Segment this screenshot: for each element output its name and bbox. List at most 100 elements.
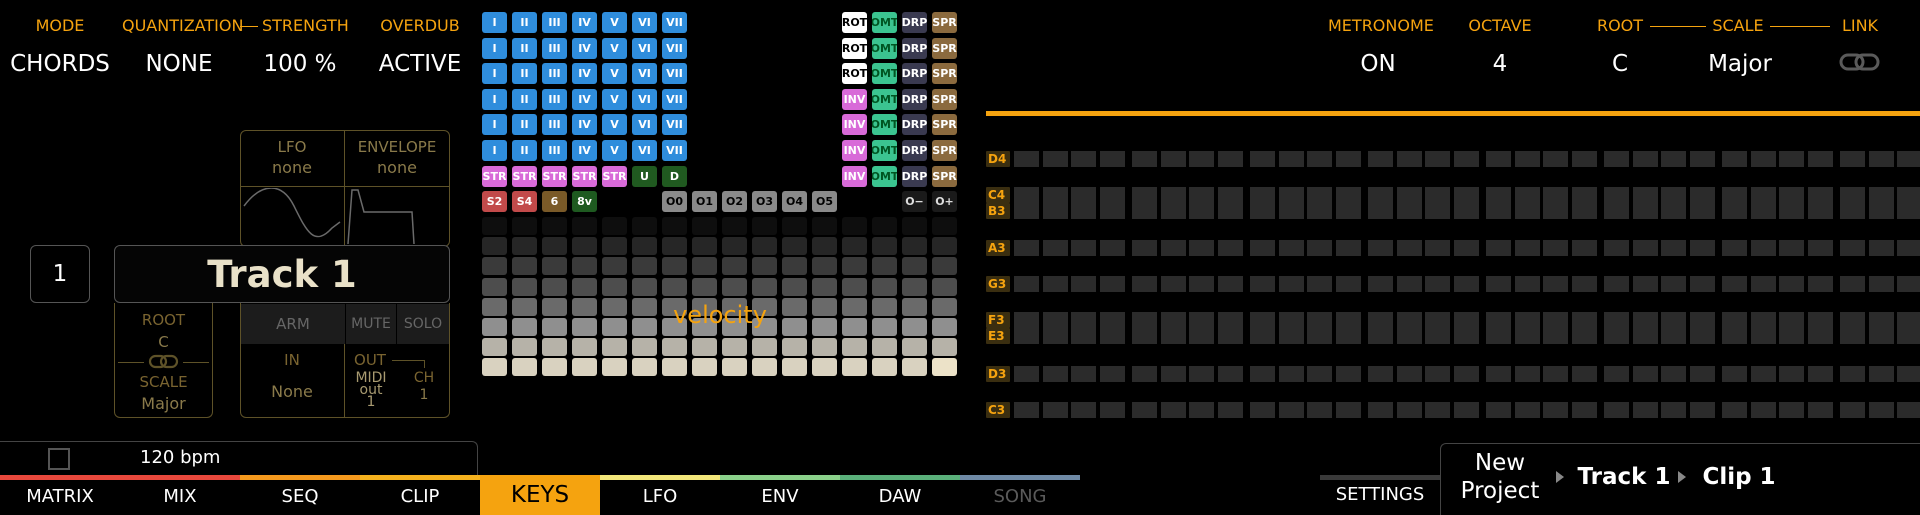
piano-roll-cell[interactable] — [1217, 187, 1243, 203]
piano-roll-cell[interactable] — [1689, 328, 1715, 344]
piano-roll-cell[interactable] — [1453, 240, 1479, 256]
piano-roll-cell[interactable] — [1453, 402, 1479, 418]
piano-roll-cell[interactable] — [1486, 203, 1511, 219]
piano-roll-cell[interactable] — [1189, 402, 1214, 418]
piano-roll-cell[interactable] — [1868, 187, 1894, 203]
piano-roll-cell[interactable] — [1604, 240, 1629, 256]
piano-roll-cell[interactable] — [1307, 151, 1332, 167]
piano-roll-cell[interactable] — [1661, 328, 1686, 344]
piano-roll-cell[interactable] — [1486, 276, 1511, 292]
piano-roll-cell[interactable] — [1368, 187, 1393, 203]
piano-roll-cell[interactable] — [1278, 187, 1304, 203]
piano-roll-cell[interactable] — [1689, 276, 1715, 292]
piano-roll-cell[interactable] — [1425, 312, 1450, 328]
piano-roll-cell[interactable] — [1132, 402, 1157, 418]
piano-roll-cell[interactable] — [1689, 240, 1715, 256]
piano-roll-cell[interactable] — [1689, 366, 1715, 382]
piano-roll-cell[interactable] — [1486, 366, 1511, 382]
piano-roll-cell[interactable] — [1750, 203, 1776, 219]
piano-roll-cell[interactable] — [1514, 402, 1540, 418]
piano-roll-cell[interactable] — [1160, 402, 1186, 418]
piano-roll-cell[interactable] — [1368, 276, 1393, 292]
piano-roll-cell[interactable] — [1632, 240, 1658, 256]
piano-roll-cell[interactable] — [1250, 187, 1275, 203]
piano-roll-cell[interactable] — [1453, 276, 1479, 292]
piano-roll-cell[interactable] — [1897, 328, 1920, 344]
piano-roll-cell[interactable] — [1779, 276, 1804, 292]
piano-roll-cell[interactable] — [1661, 402, 1686, 418]
piano-roll-cell[interactable] — [1604, 328, 1629, 344]
piano-roll-cell[interactable] — [1335, 328, 1361, 344]
piano-roll-cell[interactable] — [1807, 203, 1833, 219]
piano-roll-cell[interactable] — [1099, 187, 1125, 203]
piano-roll-cell[interactable] — [1779, 366, 1804, 382]
piano-roll-cell[interactable] — [1396, 276, 1422, 292]
piano-roll-cell[interactable] — [1189, 328, 1214, 344]
piano-roll-cell[interactable] — [1868, 328, 1894, 344]
piano-roll-cell[interactable] — [1160, 328, 1186, 344]
piano-roll-cell[interactable] — [1425, 203, 1450, 219]
piano-roll-cell[interactable] — [1689, 402, 1715, 418]
piano-roll-cell[interactable] — [1335, 240, 1361, 256]
piano-roll-cell[interactable] — [1250, 240, 1275, 256]
piano-roll-cell[interactable] — [1250, 402, 1275, 418]
piano-roll-cell[interactable] — [1840, 402, 1865, 418]
piano-roll-cell[interactable] — [1368, 366, 1393, 382]
piano-roll-cell[interactable] — [1486, 402, 1511, 418]
piano-roll-cell[interactable] — [1368, 402, 1393, 418]
piano-roll-cell[interactable] — [1189, 240, 1214, 256]
piano-roll-cell[interactable] — [1543, 187, 1568, 203]
piano-roll-cell[interactable] — [1632, 312, 1658, 328]
piano-roll-cell[interactable] — [1897, 151, 1920, 167]
piano-roll-cell[interactable] — [1132, 151, 1157, 167]
piano-roll-cell[interactable] — [1868, 276, 1894, 292]
piano-roll-cell[interactable] — [1425, 187, 1450, 203]
piano-roll-cell[interactable] — [1807, 187, 1833, 203]
piano-roll-cell[interactable] — [1779, 312, 1804, 328]
piano-roll-cell[interactable] — [1807, 276, 1833, 292]
piano-roll-cell[interactable] — [1840, 187, 1865, 203]
piano-roll-cell[interactable] — [1368, 203, 1393, 219]
piano-roll-cell[interactable] — [1453, 312, 1479, 328]
piano-roll-cell[interactable] — [1099, 240, 1125, 256]
piano-roll-cell[interactable] — [1335, 366, 1361, 382]
piano-roll-cell[interactable] — [1368, 312, 1393, 328]
tab-mix[interactable]: MIX — [120, 478, 240, 515]
piano-roll-cell[interactable] — [1750, 402, 1776, 418]
piano-roll-cell[interactable] — [1396, 312, 1422, 328]
piano-roll-cell[interactable] — [1868, 366, 1894, 382]
tab-keys[interactable]: KEYS — [480, 475, 600, 515]
piano-roll-cell[interactable] — [1514, 187, 1540, 203]
piano-roll-cell[interactable] — [1661, 240, 1686, 256]
piano-roll-cell[interactable] — [1750, 240, 1776, 256]
piano-roll-cell[interactable] — [1779, 203, 1804, 219]
piano-roll-cell[interactable] — [1396, 366, 1422, 382]
piano-roll-cell[interactable] — [1779, 328, 1804, 344]
piano-roll-cell[interactable] — [1217, 312, 1243, 328]
piano-roll-cell[interactable] — [1486, 187, 1511, 203]
piano-roll-cell[interactable] — [1453, 187, 1479, 203]
piano-roll-cell[interactable] — [1217, 328, 1243, 344]
piano-roll-cell[interactable] — [1514, 240, 1540, 256]
piano-roll-cell[interactable] — [1132, 328, 1157, 344]
piano-roll-cell[interactable] — [1840, 151, 1865, 167]
piano-roll-cell[interactable] — [1543, 240, 1568, 256]
piano-roll-cell[interactable] — [1543, 312, 1568, 328]
piano-roll-cell[interactable] — [1307, 240, 1332, 256]
piano-roll-cell[interactable] — [1368, 328, 1393, 344]
piano-roll-cell[interactable] — [1335, 187, 1361, 203]
piano-roll-cell[interactable] — [1396, 187, 1422, 203]
piano-roll-cell[interactable] — [1453, 366, 1479, 382]
piano-roll-cell[interactable] — [1189, 276, 1214, 292]
piano-roll-cell[interactable] — [1750, 151, 1776, 167]
piano-roll-cell[interactable] — [1307, 187, 1332, 203]
piano-roll-cell[interactable] — [1099, 151, 1125, 167]
piano-roll-cell[interactable] — [1897, 187, 1920, 203]
piano-roll-cell[interactable] — [1335, 203, 1361, 219]
piano-roll-cell[interactable] — [1868, 240, 1894, 256]
piano-roll-cell[interactable] — [1722, 203, 1747, 219]
piano-roll-cell[interactable] — [1897, 402, 1920, 418]
piano-roll-cell[interactable] — [1722, 151, 1747, 167]
piano-roll-cell[interactable] — [1750, 312, 1776, 328]
piano-roll-cell[interactable] — [1160, 203, 1186, 219]
